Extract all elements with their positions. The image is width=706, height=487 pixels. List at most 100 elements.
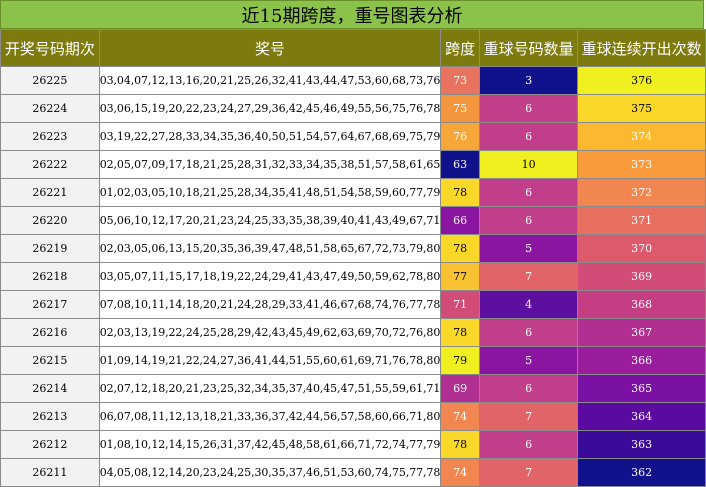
cell-period: 26220 [0,206,100,235]
cell-span: 69 [440,374,480,403]
cell-numbers: 02,03,05,06,13,15,20,35,36,39,47,48,51,5… [98,234,442,263]
cell-repeat-run: 364 [577,402,706,431]
cell-repeat-run: 367 [577,318,706,347]
cell-repeat-count: 6 [478,430,579,459]
cell-repeat-run: 366 [577,346,706,375]
cell-period: 26224 [0,94,100,123]
table-row: 26213 06,07,08,11,12,13,18,21,33,36,37,42… [0,402,706,431]
cell-numbers: 02,05,07,09,17,18,21,25,28,31,32,33,34,3… [98,150,442,179]
cell-repeat-run: 368 [577,290,706,319]
cell-repeat-count: 5 [478,234,579,263]
cell-repeat-count: 7 [478,458,579,487]
cell-numbers: 01,08,10,12,14,15,26,31,37,42,45,48,58,6… [98,430,442,459]
cell-repeat-count: 6 [478,178,579,207]
cell-span: 73 [440,66,480,95]
cell-numbers: 04,05,08,12,14,20,23,24,25,30,35,37,46,5… [98,458,442,487]
header-period: 开奖号码期次 [0,29,100,67]
table-row: 26224 03,06,15,19,20,22,23,24,27,29,36,42… [0,94,706,123]
table-row: 26216 02,03,13,19,22,24,25,28,29,42,43,45… [0,318,706,347]
cell-period: 26217 [0,290,100,319]
cell-span: 78 [440,318,480,347]
header-span: 跨度 [440,29,480,67]
cell-period: 26211 [0,458,100,487]
table-row: 26222 02,05,07,09,17,18,21,25,28,31,32,33… [0,150,706,179]
cell-repeat-count: 6 [478,206,579,235]
cell-period: 26216 [0,318,100,347]
cell-span: 77 [440,262,480,291]
cell-span: 66 [440,206,480,235]
cell-span: 79 [440,346,480,375]
page: 近15期跨度，重号图表分析 开奖号码期次 奖号 跨度 重球号码数量 重球连续开出… [0,0,706,487]
table-row: 26215 01,09,14,19,21,22,24,27,36,41,44,51… [0,346,706,375]
cell-repeat-count: 6 [478,318,579,347]
table-row: 26223 03,19,22,27,28,33,34,35,36,40,50,51… [0,122,706,151]
cell-repeat-run: 371 [577,206,706,235]
table-body: 26225 03,04,07,12,13,16,20,21,25,26,32,41… [0,66,706,487]
cell-repeat-count: 3 [478,66,579,95]
cell-numbers: 01,09,14,19,21,22,24,27,36,41,44,51,55,6… [98,346,442,375]
cell-span: 74 [440,402,480,431]
page-title: 近15期跨度，重号图表分析 [0,0,704,29]
cell-repeat-run: 363 [577,430,706,459]
cell-repeat-run: 373 [577,150,706,179]
cell-period: 26214 [0,374,100,403]
cell-numbers: 02,03,13,19,22,24,25,28,29,42,43,45,49,6… [98,318,442,347]
cell-repeat-count: 4 [478,290,579,319]
cell-period: 26213 [0,402,100,431]
header-repeat-run: 重球连续开出次数 [577,29,706,67]
cell-repeat-run: 362 [577,458,706,487]
cell-period: 26222 [0,150,100,179]
cell-repeat-run: 375 [577,94,706,123]
cell-span: 76 [440,122,480,151]
analysis-table: 开奖号码期次 奖号 跨度 重球号码数量 重球连续开出次数 26225 03,04,… [0,29,706,487]
cell-numbers: 03,04,07,12,13,16,20,21,25,26,32,41,43,4… [98,66,442,95]
cell-period: 26212 [0,430,100,459]
cell-numbers: 03,19,22,27,28,33,34,35,36,40,50,51,54,5… [98,122,442,151]
cell-span: 63 [440,150,480,179]
cell-span: 74 [440,458,480,487]
cell-period: 26219 [0,234,100,263]
cell-numbers: 03,05,07,11,15,17,18,19,22,24,29,41,43,4… [98,262,442,291]
cell-period: 26225 [0,66,100,95]
cell-numbers: 02,07,12,18,20,21,23,25,32,34,35,37,40,4… [98,374,442,403]
cell-period: 26221 [0,178,100,207]
cell-repeat-count: 6 [478,374,579,403]
table-row: 26217 07,08,10,11,14,18,20,21,24,28,29,33… [0,290,706,319]
cell-repeat-count: 7 [478,402,579,431]
table-row: 26218 03,05,07,11,15,17,18,19,22,24,29,41… [0,262,706,291]
table-row: 26212 01,08,10,12,14,15,26,31,37,42,45,48… [0,430,706,459]
table-row: 26214 02,07,12,18,20,21,23,25,32,34,35,37… [0,374,706,403]
cell-repeat-count: 10 [478,150,579,179]
table-row: 26225 03,04,07,12,13,16,20,21,25,26,32,41… [0,66,706,95]
cell-span: 78 [440,178,480,207]
cell-repeat-run: 372 [577,178,706,207]
table-row: 26211 04,05,08,12,14,20,23,24,25,30,35,37… [0,458,706,487]
cell-span: 78 [440,234,480,263]
cell-period: 26215 [0,346,100,375]
table-row: 26221 01,02,03,05,10,18,21,25,28,34,35,41… [0,178,706,207]
cell-span: 71 [440,290,480,319]
cell-repeat-run: 369 [577,262,706,291]
cell-repeat-run: 376 [577,66,706,95]
table-row: 26219 02,03,05,06,13,15,20,35,36,39,47,48… [0,234,706,263]
cell-numbers: 06,07,08,11,12,13,18,21,33,36,37,42,44,5… [98,402,442,431]
cell-repeat-count: 6 [478,94,579,123]
table-row: 26220 05,06,10,12,17,20,21,23,24,25,33,35… [0,206,706,235]
cell-repeat-run: 370 [577,234,706,263]
cell-span: 75 [440,94,480,123]
table-header-row: 开奖号码期次 奖号 跨度 重球号码数量 重球连续开出次数 [0,29,706,67]
cell-numbers: 07,08,10,11,14,18,20,21,24,28,29,33,41,4… [98,290,442,319]
cell-repeat-count: 6 [478,122,579,151]
cell-numbers: 03,06,15,19,20,22,23,24,27,29,36,42,45,4… [98,94,442,123]
cell-repeat-run: 365 [577,374,706,403]
header-repeat-count: 重球号码数量 [478,29,579,67]
cell-numbers: 05,06,10,12,17,20,21,23,24,25,33,35,38,3… [98,206,442,235]
cell-numbers: 01,02,03,05,10,18,21,25,28,34,35,41,48,5… [98,178,442,207]
cell-period: 26218 [0,262,100,291]
header-numbers: 奖号 [98,29,442,67]
cell-repeat-count: 7 [478,262,579,291]
cell-span: 78 [440,430,480,459]
cell-period: 26223 [0,122,100,151]
cell-repeat-count: 5 [478,346,579,375]
cell-repeat-run: 374 [577,122,706,151]
